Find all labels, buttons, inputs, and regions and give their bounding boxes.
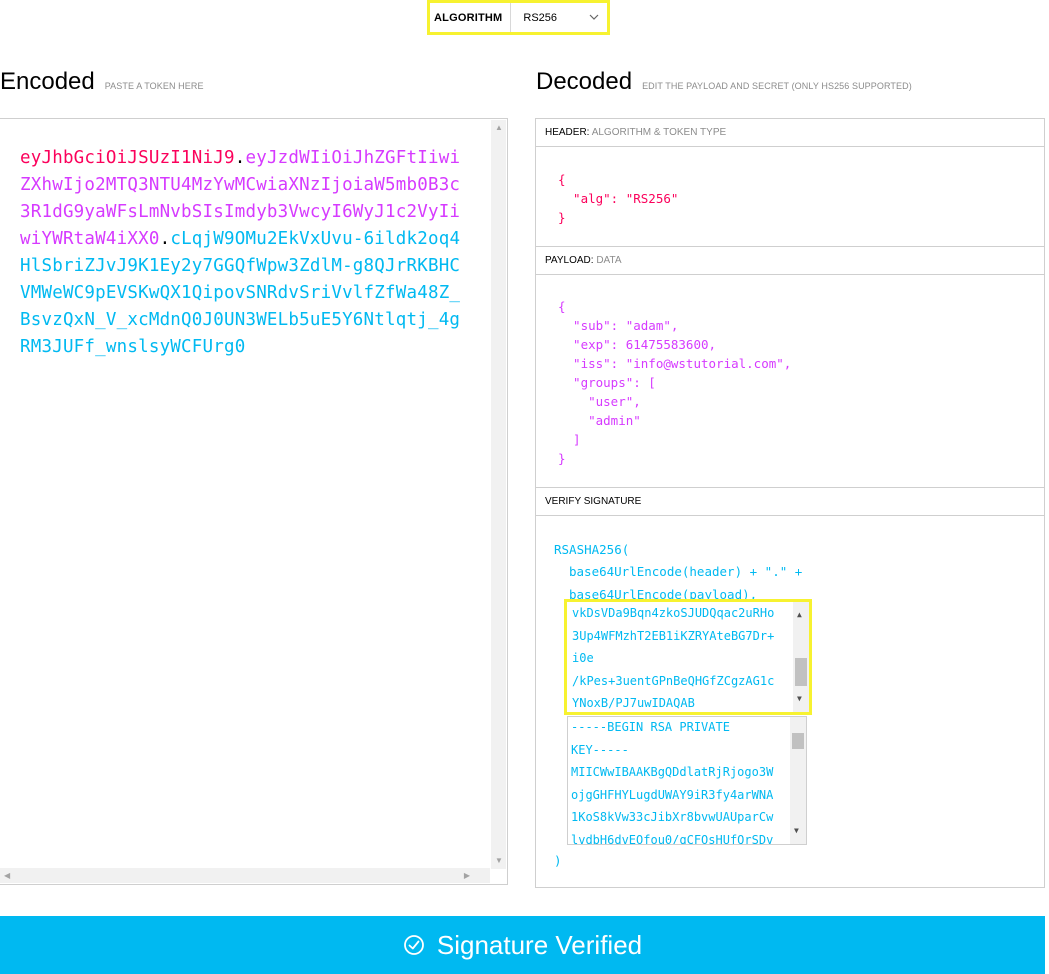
encoded-subtitle: PASTE A TOKEN HERE bbox=[104, 81, 204, 91]
scroll-up-icon[interactable]: ▲ bbox=[797, 604, 802, 627]
verify-section-title: VERIFY SIGNATURE bbox=[536, 488, 1044, 516]
scroll-up-icon[interactable]: ▲ bbox=[495, 124, 503, 132]
header-section-sublabel: ALGORITHM & TOKEN TYPE bbox=[591, 127, 727, 138]
algorithm-dropdown[interactable]: RS256 bbox=[511, 3, 607, 32]
scroll-thumb[interactable] bbox=[795, 658, 807, 686]
header-section-label: HEADER: bbox=[545, 127, 590, 138]
header-section-title: HEADER: ALGORITHM & TOKEN TYPE bbox=[536, 119, 1044, 147]
encoded-title: Encoded bbox=[0, 68, 95, 95]
verify-section-label: VERIFY SIGNATURE bbox=[545, 496, 642, 507]
payload-section-title: PAYLOAD: DATA bbox=[536, 247, 1044, 275]
private-key-textarea[interactable]: -----BEGIN RSA PRIVATE KEY----- MIICWwIB… bbox=[567, 716, 807, 845]
check-circle-icon bbox=[403, 935, 424, 955]
token-header-part: eyJhbGciOiJSUzI1NiJ9 bbox=[20, 148, 235, 168]
decoded-heading: Decoded EDIT THE PAYLOAD AND SECRET (ONL… bbox=[536, 68, 912, 96]
decoded-subtitle: EDIT THE PAYLOAD AND SECRET (ONLY HS256 … bbox=[642, 81, 912, 91]
public-key-scrollbar[interactable]: ▲ ▼ bbox=[793, 602, 809, 712]
decoded-title: Decoded bbox=[536, 68, 633, 95]
verify-line-header: base64UrlEncode(header) + "." + bbox=[569, 564, 803, 579]
public-key-textarea[interactable]: vkDsVDa9Bqn4zkoSJUDQqac2uRHo 3Up4WFMzhT2… bbox=[564, 599, 812, 715]
private-key-scrollbar[interactable]: ▼ bbox=[790, 717, 806, 844]
private-key-line: -----BEGIN RSA PRIVATE bbox=[571, 720, 730, 734]
scroll-thumb[interactable] bbox=[792, 733, 804, 749]
encoded-token-text[interactable]: eyJhbGciOiJSUzI1NiJ9.eyJzdWIiOiJhZGFtIiw… bbox=[20, 145, 470, 361]
payload-section-label: PAYLOAD: bbox=[545, 255, 594, 266]
public-key-line: i0e bbox=[572, 651, 594, 665]
private-key-lines: -----BEGIN RSA PRIVATE KEY----- MIICWwIB… bbox=[571, 717, 774, 845]
encoded-horizontal-scrollbar[interactable]: ◀ ▶ bbox=[0, 868, 490, 883]
public-key-line: YNoxB/PJ7uwIDAQAB bbox=[572, 696, 695, 710]
signature-verified-banner: Signature Verified bbox=[0, 916, 1045, 974]
algorithm-selector: ALGORITHM RS256 bbox=[427, 0, 610, 35]
scroll-down-icon[interactable]: ▼ bbox=[797, 688, 802, 711]
public-key-line: vkDsVDa9Bqn4zkoSJUDQqac2uRHo bbox=[572, 606, 775, 620]
private-key-line: lvdbH6dvEOfou0/qCFOsHUfQrSDv bbox=[571, 832, 774, 845]
scroll-down-icon[interactable]: ▼ bbox=[495, 857, 503, 865]
scroll-left-icon[interactable]: ◀ bbox=[4, 872, 10, 880]
token-dot: . bbox=[234, 148, 246, 168]
header-json-editor[interactable]: { "alg": "RS256" } bbox=[558, 170, 678, 227]
private-key-line: ojgGHFHYLugdUWAY9iR3fy4arWNA bbox=[571, 787, 774, 802]
public-key-line: 3Up4WFMzhT2EB1iKZRYAteBG7Dr+ bbox=[572, 628, 775, 643]
private-key-line: KEY----- bbox=[571, 742, 629, 757]
verify-fn-open: RSASHA256( bbox=[554, 542, 630, 557]
payload-section-sublabel: DATA bbox=[596, 255, 622, 266]
token-dot: . bbox=[159, 229, 171, 249]
verify-fn-close: ) bbox=[554, 853, 562, 868]
banner-text: Signature Verified bbox=[436, 929, 643, 960]
chevron-down-icon bbox=[589, 12, 599, 23]
encoded-heading: Encoded PASTE A TOKEN HERE bbox=[0, 68, 204, 96]
public-key-lines: vkDsVDa9Bqn4zkoSJUDQqac2uRHo 3Up4WFMzhT2… bbox=[572, 602, 775, 712]
encoded-vertical-scrollbar[interactable]: ▲ ▼ bbox=[491, 120, 506, 869]
scroll-down-icon[interactable]: ▼ bbox=[794, 820, 799, 843]
payload-json-editor[interactable]: { "sub": "adam", "exp": 61475583600, "is… bbox=[558, 297, 791, 468]
private-key-line: MIICWwIBAAKBgQDdlatRjRjogo3W bbox=[571, 765, 774, 779]
algorithm-value: RS256 bbox=[523, 11, 558, 24]
scroll-right-icon[interactable]: ▶ bbox=[464, 872, 470, 880]
public-key-line: /kPes+3uentGPnBeQHGfZCgzAG1c bbox=[572, 673, 775, 688]
encoded-token-textarea[interactable]: eyJhbGciOiJSUzI1NiJ9.eyJzdWIiOiJhZGFtIiw… bbox=[0, 118, 508, 885]
private-key-line: 1KoS8kVw33cJibXr8bvwUAUparCw bbox=[571, 810, 774, 824]
algorithm-label: ALGORITHM bbox=[430, 3, 512, 32]
